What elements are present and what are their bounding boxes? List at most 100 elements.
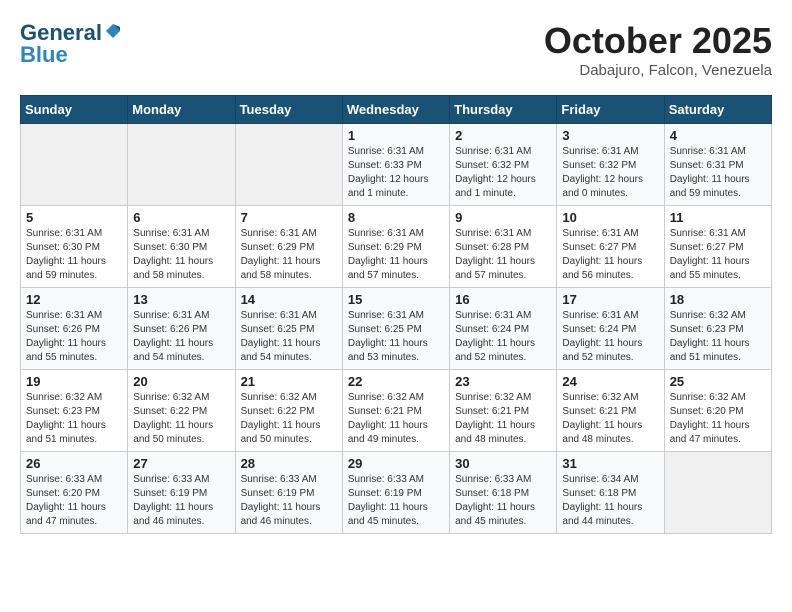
calendar-cell: 23 Sunrise: 6:32 AM Sunset: 6:21 PM Dayli…: [450, 370, 557, 452]
day-info: Sunrise: 6:32 AM Sunset: 6:21 PM Dayligh…: [562, 391, 658, 447]
day-info: Sunrise: 6:31 AM Sunset: 6:28 PM Dayligh…: [455, 227, 551, 283]
day-number: 25: [670, 374, 766, 389]
calendar-cell: 11Sunrise: 6:31 AM Sunset: 6:27 PM Dayli…: [664, 206, 771, 288]
day-number: 9: [455, 210, 551, 225]
day-info: Sunrise: 6:31 AM Sunset: 6:27 PM Dayligh…: [670, 227, 766, 283]
calendar-cell: 31 Sunrise: 6:34 AM Sunset: 6:18 PM Dayli…: [557, 452, 664, 534]
day-info: Sunrise: 6:33 AM Sunset: 6:19 PM Dayligh…: [348, 473, 444, 529]
calendar-table: SundayMondayTuesdayWednesdayThursdayFrid…: [20, 95, 772, 534]
calendar-cell: 30 Sunrise: 6:33 AM Sunset: 6:18 PM Dayli…: [450, 452, 557, 534]
calendar-cell: 25 Sunrise: 6:32 AM Sunset: 6:20 PM Dayli…: [664, 370, 771, 452]
weekday-header-friday: Friday: [557, 96, 664, 124]
calendar-cell: 18 Sunrise: 6:32 AM Sunset: 6:23 PM Dayli…: [664, 288, 771, 370]
day-info: Sunrise: 6:31 AM Sunset: 6:30 PM Dayligh…: [133, 227, 229, 283]
calendar-cell: 2 Sunrise: 6:31 AM Sunset: 6:32 PM Daylig…: [450, 124, 557, 206]
day-info: Sunrise: 6:31 AM Sunset: 6:33 PM Dayligh…: [348, 145, 444, 201]
day-info: Sunrise: 6:31 AM Sunset: 6:24 PM Dayligh…: [562, 309, 658, 365]
weekday-header-monday: Monday: [128, 96, 235, 124]
calendar-cell: 16 Sunrise: 6:31 AM Sunset: 6:24 PM Dayli…: [450, 288, 557, 370]
calendar-cell: 14Sunrise: 6:31 AM Sunset: 6:25 PM Dayli…: [235, 288, 342, 370]
logo-icon: [104, 22, 122, 40]
calendar-cell: [128, 124, 235, 206]
day-info: Sunrise: 6:32 AM Sunset: 6:22 PM Dayligh…: [133, 391, 229, 447]
weekday-header-sunday: Sunday: [21, 96, 128, 124]
calendar-cell: 8 Sunrise: 6:31 AM Sunset: 6:29 PM Daylig…: [342, 206, 449, 288]
day-number: 5: [26, 210, 122, 225]
day-info: Sunrise: 6:32 AM Sunset: 6:23 PM Dayligh…: [670, 309, 766, 365]
logo-blue: Blue: [20, 42, 68, 68]
day-info: Sunrise: 6:31 AM Sunset: 6:29 PM Dayligh…: [241, 227, 337, 283]
day-info: Sunrise: 6:31 AM Sunset: 6:26 PM Dayligh…: [26, 309, 122, 365]
day-info: Sunrise: 6:31 AM Sunset: 6:25 PM Dayligh…: [241, 309, 337, 365]
location: Dabajuro, Falcon, Venezuela: [544, 62, 772, 79]
calendar-cell: 1 Sunrise: 6:31 AM Sunset: 6:33 PM Daylig…: [342, 124, 449, 206]
calendar-cell: 24 Sunrise: 6:32 AM Sunset: 6:21 PM Dayli…: [557, 370, 664, 452]
day-number: 27: [133, 456, 229, 471]
calendar-cell: 6 Sunrise: 6:31 AM Sunset: 6:30 PM Daylig…: [128, 206, 235, 288]
day-info: Sunrise: 6:34 AM Sunset: 6:18 PM Dayligh…: [562, 473, 658, 529]
day-number: 3: [562, 128, 658, 143]
day-number: 28: [241, 456, 337, 471]
day-info: Sunrise: 6:33 AM Sunset: 6:18 PM Dayligh…: [455, 473, 551, 529]
day-number: 10: [562, 210, 658, 225]
day-number: 29: [348, 456, 444, 471]
day-number: 6: [133, 210, 229, 225]
calendar-cell: 21Sunrise: 6:32 AM Sunset: 6:22 PM Dayli…: [235, 370, 342, 452]
day-number: 23: [455, 374, 551, 389]
calendar-cell: 4Sunrise: 6:31 AM Sunset: 6:31 PM Daylig…: [664, 124, 771, 206]
day-number: 26: [26, 456, 122, 471]
month-title: October 2025: [544, 20, 772, 62]
calendar-week-row: 1 Sunrise: 6:31 AM Sunset: 6:33 PM Daylig…: [21, 124, 772, 206]
day-info: Sunrise: 6:32 AM Sunset: 6:20 PM Dayligh…: [670, 391, 766, 447]
weekday-header-row: SundayMondayTuesdayWednesdayThursdayFrid…: [21, 96, 772, 124]
calendar-cell: 26 Sunrise: 6:33 AM Sunset: 6:20 PM Dayli…: [21, 452, 128, 534]
day-number: 12: [26, 292, 122, 307]
day-info: Sunrise: 6:32 AM Sunset: 6:21 PM Dayligh…: [455, 391, 551, 447]
calendar-cell: 9 Sunrise: 6:31 AM Sunset: 6:28 PM Daylig…: [450, 206, 557, 288]
day-info: Sunrise: 6:32 AM Sunset: 6:21 PM Dayligh…: [348, 391, 444, 447]
calendar-cell: 7Sunrise: 6:31 AM Sunset: 6:29 PM Daylig…: [235, 206, 342, 288]
day-info: Sunrise: 6:32 AM Sunset: 6:22 PM Dayligh…: [241, 391, 337, 447]
day-number: 30: [455, 456, 551, 471]
calendar-cell: [235, 124, 342, 206]
day-number: 24: [562, 374, 658, 389]
day-info: Sunrise: 6:33 AM Sunset: 6:19 PM Dayligh…: [133, 473, 229, 529]
day-info: Sunrise: 6:31 AM Sunset: 6:29 PM Dayligh…: [348, 227, 444, 283]
day-number: 2: [455, 128, 551, 143]
day-info: Sunrise: 6:31 AM Sunset: 6:27 PM Dayligh…: [562, 227, 658, 283]
day-info: Sunrise: 6:31 AM Sunset: 6:26 PM Dayligh…: [133, 309, 229, 365]
day-info: Sunrise: 6:31 AM Sunset: 6:25 PM Dayligh…: [348, 309, 444, 365]
day-number: 18: [670, 292, 766, 307]
calendar-cell: 17 Sunrise: 6:31 AM Sunset: 6:24 PM Dayli…: [557, 288, 664, 370]
day-number: 4: [670, 128, 766, 143]
day-number: 8: [348, 210, 444, 225]
calendar-cell: [21, 124, 128, 206]
page-header: General Blue October 2025 Dabajuro, Falc…: [20, 20, 772, 79]
day-number: 19: [26, 374, 122, 389]
title-block: October 2025 Dabajuro, Falcon, Venezuela: [544, 20, 772, 79]
calendar-week-row: 19Sunrise: 6:32 AM Sunset: 6:23 PM Dayli…: [21, 370, 772, 452]
weekday-header-tuesday: Tuesday: [235, 96, 342, 124]
calendar-cell: 5Sunrise: 6:31 AM Sunset: 6:30 PM Daylig…: [21, 206, 128, 288]
day-number: 16: [455, 292, 551, 307]
calendar-cell: 12 Sunrise: 6:31 AM Sunset: 6:26 PM Dayli…: [21, 288, 128, 370]
day-number: 1: [348, 128, 444, 143]
weekday-header-wednesday: Wednesday: [342, 96, 449, 124]
day-number: 13: [133, 292, 229, 307]
day-number: 20: [133, 374, 229, 389]
calendar-week-row: 5 Sunrise: 6:31 AM Sunset: 6:30 PM Daylig…: [21, 206, 772, 288]
day-info: Sunrise: 6:31 AM Sunset: 6:32 PM Dayligh…: [562, 145, 658, 201]
day-number: 17: [562, 292, 658, 307]
day-info: Sunrise: 6:33 AM Sunset: 6:20 PM Dayligh…: [26, 473, 122, 529]
calendar-cell: 22Sunrise: 6:32 AM Sunset: 6:21 PM Dayli…: [342, 370, 449, 452]
day-number: 31: [562, 456, 658, 471]
calendar-cell: 20 Sunrise: 6:32 AM Sunset: 6:22 PM Dayli…: [128, 370, 235, 452]
calendar-cell: 15 Sunrise: 6:31 AM Sunset: 6:25 PM Dayli…: [342, 288, 449, 370]
day-number: 15: [348, 292, 444, 307]
calendar-cell: 10 Sunrise: 6:31 AM Sunset: 6:27 PM Dayli…: [557, 206, 664, 288]
calendar-cell: 19Sunrise: 6:32 AM Sunset: 6:23 PM Dayli…: [21, 370, 128, 452]
calendar-cell: 29 Sunrise: 6:33 AM Sunset: 6:19 PM Dayli…: [342, 452, 449, 534]
day-info: Sunrise: 6:31 AM Sunset: 6:32 PM Dayligh…: [455, 145, 551, 201]
logo: General Blue: [20, 20, 122, 68]
day-info: Sunrise: 6:31 AM Sunset: 6:24 PM Dayligh…: [455, 309, 551, 365]
